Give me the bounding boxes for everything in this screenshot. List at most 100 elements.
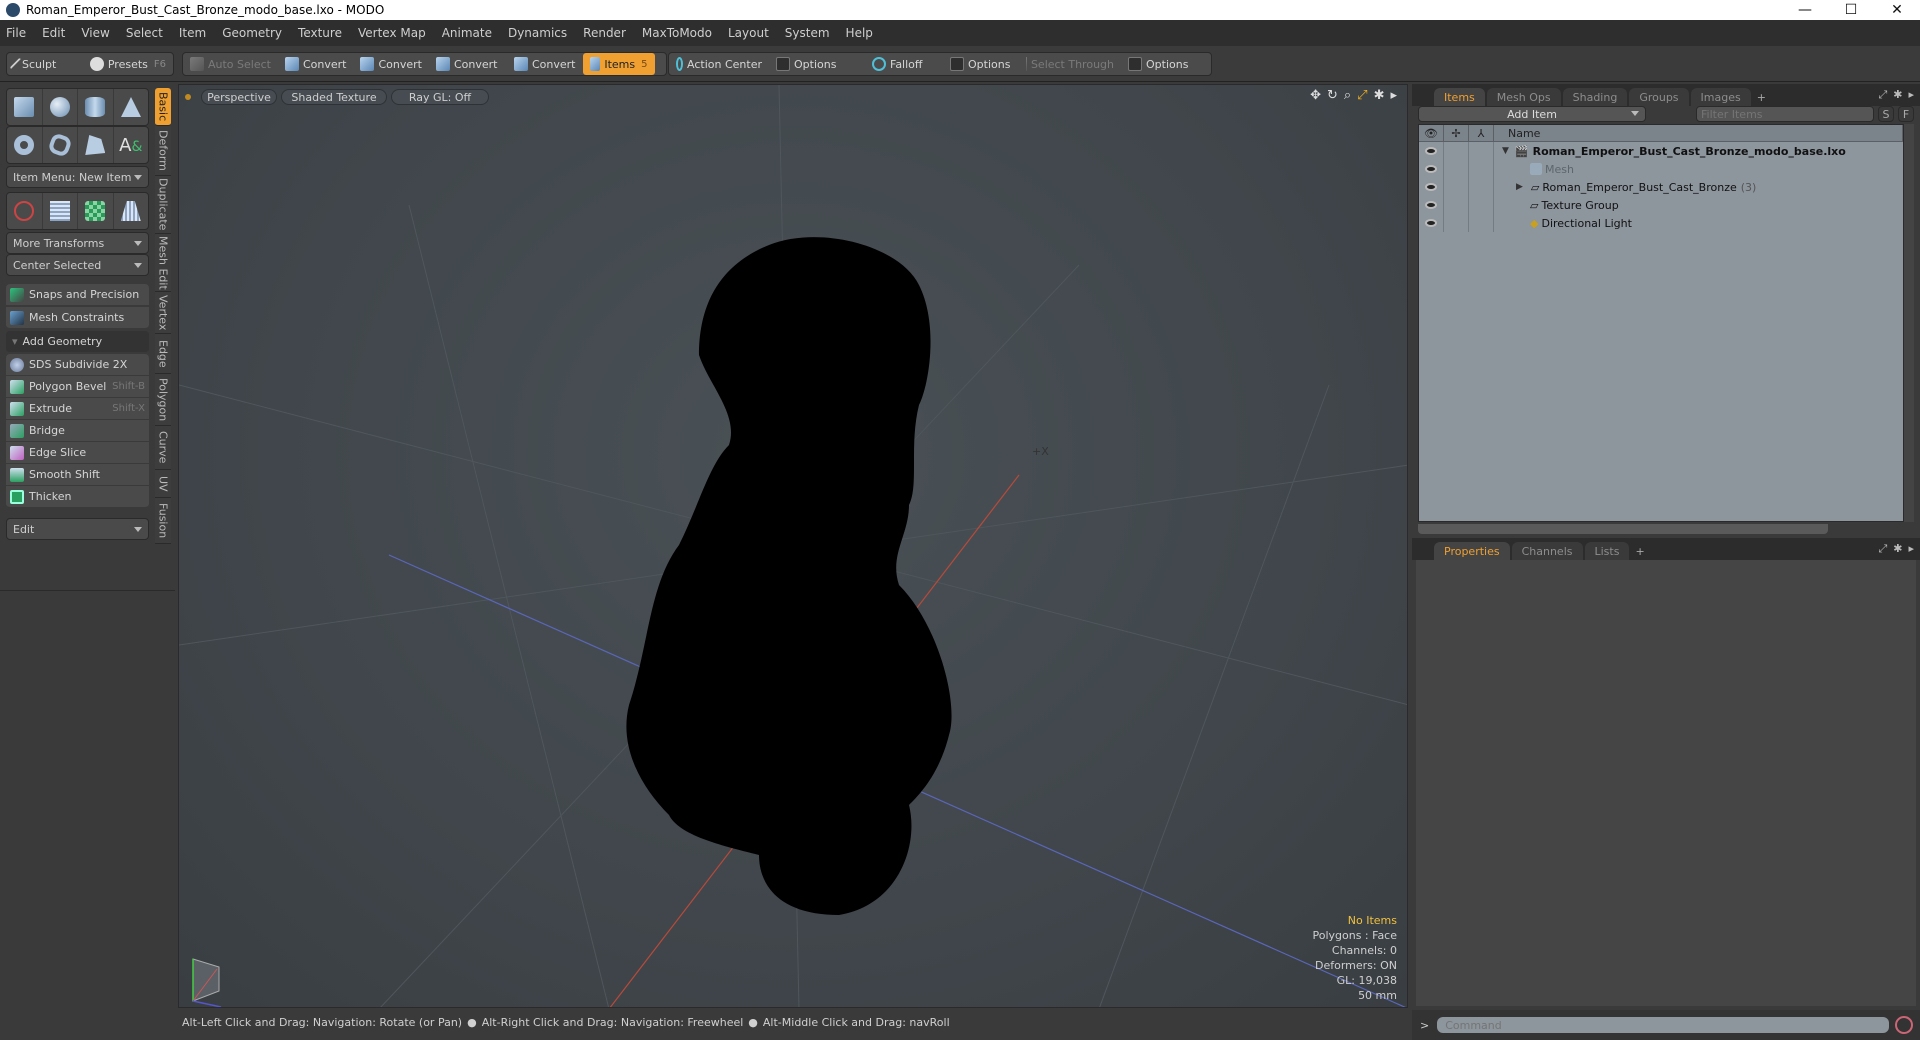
vtab-curve[interactable]: Curve <box>155 426 171 470</box>
falloff-options-button[interactable]: Options <box>943 53 1019 75</box>
vtab-basic[interactable]: Basic <box>155 88 171 126</box>
bust-model-silhouette[interactable] <box>626 237 952 915</box>
eye-icon[interactable] <box>1425 219 1437 227</box>
cylinder-tool[interactable] <box>78 89 114 125</box>
snaps-precision-button[interactable]: Snaps and Precision <box>6 284 149 306</box>
convert-materials-button[interactable]: Convert <box>507 53 583 75</box>
list-item[interactable]: ▱ Texture Group <box>1419 196 1903 214</box>
tab-properties[interactable]: Properties <box>1434 542 1510 560</box>
sphere-tool[interactable] <box>43 89 78 125</box>
tab-lists[interactable]: Lists <box>1584 542 1630 560</box>
center-selected-dropdown[interactable]: Center Selected <box>6 254 149 276</box>
vtab-deform[interactable]: Deform <box>155 126 171 176</box>
text-tool[interactable]: A& <box>114 127 149 163</box>
menu-layout[interactable]: Layout <box>728 26 769 40</box>
list-item[interactable]: Mesh <box>1419 160 1903 178</box>
vtab-vertex[interactable]: Vertex <box>155 292 171 334</box>
eye-icon[interactable] <box>1425 165 1437 173</box>
convert-edges-button[interactable]: Convert <box>353 53 429 75</box>
convert-vertices-button[interactable]: Convert <box>278 53 354 75</box>
menu-file[interactable]: File <box>6 26 26 40</box>
filter-items-input[interactable] <box>1696 106 1874 122</box>
raygl-toggle-button[interactable]: Ray GL: Off <box>391 89 489 105</box>
smooth-shift-button[interactable]: Smooth Shift <box>6 464 149 486</box>
vtab-duplicate[interactable]: Duplicate <box>155 176 171 234</box>
axis-column-icon[interactable]: ⅄ <box>1469 125 1494 141</box>
capsule-tool[interactable] <box>43 127 78 163</box>
action-center-options-button[interactable]: Options <box>769 53 865 75</box>
menu-system[interactable]: System <box>785 26 830 40</box>
minimize-button[interactable]: — <box>1782 0 1828 20</box>
extrude-button[interactable]: Extrude Shift-X <box>6 398 149 420</box>
vtab-fusion[interactable]: Fusion <box>155 498 171 544</box>
deform-grid-tool[interactable] <box>43 193 78 229</box>
transform-tool[interactable] <box>7 193 43 229</box>
add-item-dropdown[interactable]: Add Item <box>1418 106 1646 122</box>
falloff-button[interactable]: Falloff <box>865 53 943 75</box>
cone-tool[interactable] <box>114 89 149 125</box>
expand-triangle-icon[interactable]: ▶ <box>1516 182 1523 192</box>
eye-icon[interactable] <box>1425 147 1437 155</box>
menu-texture[interactable]: Texture <box>298 26 342 40</box>
mesh-constraints-button[interactable]: Mesh Constraints <box>6 307 149 329</box>
menu-render[interactable]: Render <box>583 26 626 40</box>
f-filter-button[interactable]: F <box>1898 106 1914 122</box>
eye-icon[interactable] <box>1425 183 1437 191</box>
menu-edit[interactable]: Edit <box>42 26 65 40</box>
sds-subdivide-button[interactable]: SDS Subdivide 2X <box>6 354 149 376</box>
select-through-button[interactable]: Select Through <box>1019 53 1121 75</box>
tab-images[interactable]: Images <box>1690 88 1751 106</box>
sculpt-button[interactable]: Sculpt <box>7 53 83 75</box>
cube-tool[interactable] <box>7 89 43 125</box>
list-item[interactable]: ▶ ▱ Roman_Emperor_Bust_Cast_Bronze (3) <box>1419 178 1903 196</box>
eye-icon[interactable] <box>1425 201 1437 209</box>
menu-animate[interactable]: Animate <box>442 26 492 40</box>
items-mode-button[interactable]: Items 5 <box>582 53 655 75</box>
auto-select-button[interactable]: Auto Select <box>183 53 278 75</box>
menu-dynamics[interactable]: Dynamics <box>508 26 567 40</box>
tab-channels[interactable]: Channels <box>1511 542 1583 560</box>
expand-arrow-icon[interactable]: ▸ <box>1390 88 1397 103</box>
shading-mode-button[interactable]: Shaded Texture <box>281 89 387 105</box>
tab-mesh-ops[interactable]: Mesh Ops <box>1486 88 1561 106</box>
menu-vertex-map[interactable]: Vertex Map <box>358 26 426 40</box>
add-tab-button[interactable]: + <box>1631 542 1648 560</box>
rotate-icon[interactable]: ↻ <box>1327 88 1338 103</box>
vtab-edge[interactable]: Edge <box>155 334 171 374</box>
vtab-uv[interactable]: UV <box>155 470 171 498</box>
maximize-button[interactable]: ☐ <box>1828 0 1874 20</box>
maximize-panel-icon[interactable]: ⤢ <box>1878 88 1887 102</box>
record-icon[interactable] <box>1895 1016 1914 1034</box>
visibility-column-icon[interactable]: 👁 <box>1419 125 1444 141</box>
torus-tool[interactable] <box>7 127 43 163</box>
panel-menu-arrow-icon[interactable]: ▸ <box>1908 88 1914 102</box>
add-geometry-header[interactable]: ▾ Add Geometry <box>6 331 149 353</box>
select-through-options-button[interactable]: Options <box>1121 53 1195 75</box>
thicken-button[interactable]: Thicken <box>6 486 149 508</box>
menu-help[interactable]: Help <box>846 26 873 40</box>
list-item[interactable]: ▼ 🎬 Roman_Emperor_Bust_Cast_Bronze_modo_ba… <box>1419 142 1903 160</box>
3d-viewport[interactable]: +X Perspective Shaded Texture Ray GL: Of… <box>178 84 1408 1008</box>
action-center-button[interactable]: Action Center <box>669 53 769 75</box>
maximize-panel-icon[interactable]: ⤢ <box>1878 542 1887 556</box>
pan-icon[interactable]: ✥ <box>1310 88 1321 103</box>
tab-shading[interactable]: Shading <box>1562 88 1628 106</box>
lock-column-icon[interactable]: ✢ <box>1444 125 1469 141</box>
command-input[interactable] <box>1437 1017 1890 1033</box>
convert-polygons-button[interactable]: Convert <box>429 53 505 75</box>
expand-triangle-icon[interactable]: ▼ <box>1502 146 1509 156</box>
taper-tool[interactable] <box>114 193 149 229</box>
name-column-header[interactable]: Name <box>1494 125 1903 141</box>
edit-dropdown[interactable]: Edit <box>6 518 149 540</box>
tab-groups[interactable]: Groups <box>1629 88 1689 106</box>
vtab-mesh-edit[interactable]: Mesh Edit <box>155 234 171 292</box>
horizontal-scrollbar[interactable] <box>1418 524 1828 534</box>
tab-items[interactable]: Items <box>1434 88 1485 106</box>
gear-icon[interactable]: ✱ <box>1374 88 1385 103</box>
menu-geometry[interactable]: Geometry <box>222 26 282 40</box>
vertical-scrollbar[interactable] <box>1904 124 1914 522</box>
edge-slice-button[interactable]: Edge Slice <box>6 442 149 464</box>
more-transforms-dropdown[interactable]: More Transforms <box>6 232 149 254</box>
gear-icon[interactable]: ✱ <box>1893 542 1902 556</box>
close-button[interactable]: ✕ <box>1874 0 1920 20</box>
